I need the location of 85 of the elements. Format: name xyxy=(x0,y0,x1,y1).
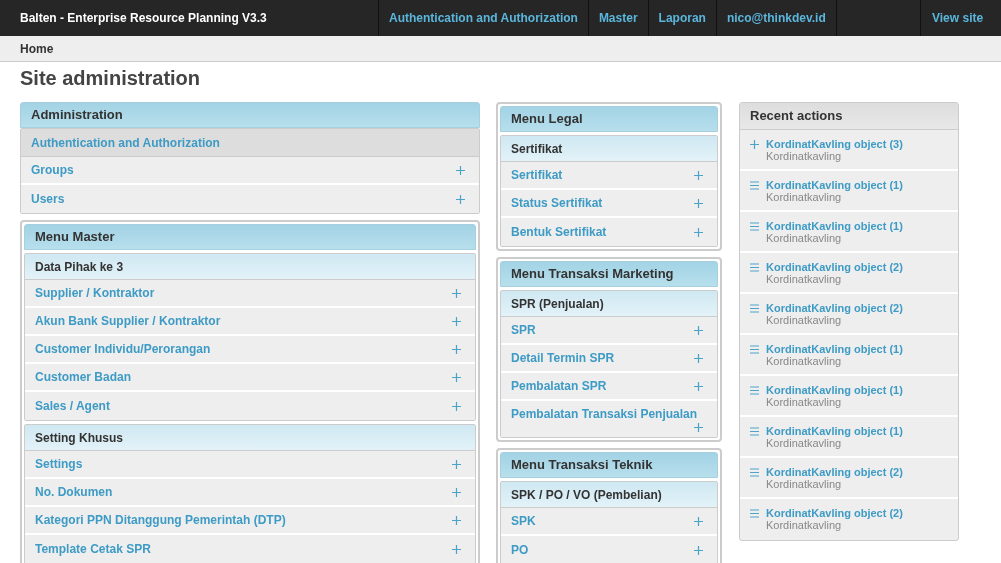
module-header: Menu Master xyxy=(24,224,476,250)
model-link[interactable]: Settings xyxy=(35,456,83,472)
action-link[interactable]: KordinatKavling object (2) xyxy=(766,261,903,273)
module-header: Menu Transaksi Marketing xyxy=(500,261,718,287)
group-header: SPK / PO / VO (Pembelian) xyxy=(501,482,717,508)
list-icon xyxy=(750,386,759,395)
group-header: SPR (Penjualan) xyxy=(501,291,717,317)
action-link[interactable]: KordinatKavling object (1) xyxy=(766,343,903,355)
add-icon xyxy=(750,140,759,149)
model-link[interactable]: Sertifikat xyxy=(511,167,563,183)
app-link[interactable]: Authentication and Authorization xyxy=(21,129,479,157)
add-icon[interactable] xyxy=(694,517,703,526)
add-icon[interactable] xyxy=(452,487,461,497)
action-link[interactable]: KordinatKavling object (3) xyxy=(766,138,903,150)
add-icon[interactable] xyxy=(694,228,703,237)
model-link[interactable]: Groups xyxy=(31,162,74,178)
model-link[interactable]: Status Sertifikat xyxy=(511,195,603,211)
model-link[interactable]: SPR xyxy=(511,322,536,338)
group-header: Data Pihak ke 3 xyxy=(25,254,475,280)
model-name: Kordinatkavling xyxy=(766,437,843,449)
model-name: Kordinatkavling xyxy=(766,355,843,367)
add-icon[interactable] xyxy=(452,316,461,326)
model-link[interactable]: PO xyxy=(511,542,529,558)
panel-header: Recent actions xyxy=(740,103,958,130)
model-link[interactable]: Detail Termin SPR xyxy=(511,350,615,366)
action-link[interactable]: KordinatKavling object (1) xyxy=(766,220,903,232)
add-icon[interactable] xyxy=(694,382,703,391)
model-link[interactable]: Template Cetak SPR xyxy=(35,541,151,557)
list-icon xyxy=(750,222,759,231)
module-header: Menu Transaksi Teknik xyxy=(500,452,718,478)
model-name: Kordinatkavling xyxy=(766,519,843,531)
model-link[interactable]: Users xyxy=(31,191,65,207)
add-icon[interactable] xyxy=(694,546,703,555)
add-icon[interactable] xyxy=(694,171,703,180)
model-name: Kordinatkavling xyxy=(766,232,843,244)
site-brand: Balten - Enterprise Resource Planning V3.3 xyxy=(19,10,268,27)
breadcrumb-link[interactable]: Home xyxy=(20,39,54,58)
model-link[interactable]: Pembalatan Transaksi Penjualan xyxy=(511,406,698,422)
action-link[interactable]: KordinatKavling object (2) xyxy=(766,507,903,519)
model-name: Kordinatkavling xyxy=(766,273,843,285)
list-icon xyxy=(750,468,759,477)
group-header: Setting Khusus xyxy=(25,425,475,451)
model-link[interactable]: Supplier / Kontraktor xyxy=(35,285,155,301)
model-name: Kordinatkavling xyxy=(766,150,843,162)
module-header: Menu Legal xyxy=(500,106,718,132)
add-icon[interactable] xyxy=(694,354,703,363)
model-link[interactable]: Customer Badan xyxy=(35,369,132,385)
add-icon[interactable] xyxy=(694,199,703,208)
page-title: Site administration xyxy=(20,66,201,91)
action-link[interactable]: KordinatKavling object (1) xyxy=(766,179,903,191)
add-icon[interactable] xyxy=(452,288,461,298)
model-link[interactable]: No. Dokumen xyxy=(35,484,113,500)
add-icon[interactable] xyxy=(694,423,703,432)
model-link[interactable]: Pembalatan SPR xyxy=(511,378,607,394)
model-name: Kordinatkavling xyxy=(766,191,843,203)
add-icon[interactable] xyxy=(452,401,461,411)
model-link[interactable]: Bentuk Sertifikat xyxy=(511,224,607,240)
model-link[interactable]: Customer Individu/Perorangan xyxy=(35,341,211,357)
add-icon[interactable] xyxy=(452,544,461,554)
action-link[interactable]: KordinatKavling object (1) xyxy=(766,384,903,396)
model-name: Kordinatkavling xyxy=(766,396,843,408)
model-link[interactable]: SPK xyxy=(511,513,536,529)
add-icon[interactable] xyxy=(452,459,461,469)
list-icon xyxy=(750,345,759,354)
module-header: Administration xyxy=(20,102,480,128)
add-icon[interactable] xyxy=(456,194,465,204)
model-name: Kordinatkavling xyxy=(766,478,843,490)
model-link[interactable]: Akun Bank Supplier / Kontraktor xyxy=(35,313,221,329)
list-icon xyxy=(750,509,759,518)
add-icon[interactable] xyxy=(452,372,461,382)
group-header: Sertifikat xyxy=(501,136,717,162)
list-icon xyxy=(750,263,759,272)
model-link[interactable]: Kategori PPN Ditanggung Pemerintah (DTP) xyxy=(35,512,286,528)
add-icon[interactable] xyxy=(452,515,461,525)
list-icon xyxy=(750,427,759,436)
model-name: Kordinatkavling xyxy=(766,314,843,326)
action-link[interactable]: KordinatKavling object (1) xyxy=(766,425,903,437)
model-link[interactable]: Sales / Agent xyxy=(35,398,110,414)
action-link[interactable]: KordinatKavling object (2) xyxy=(766,466,903,478)
add-icon[interactable] xyxy=(456,165,465,175)
add-icon[interactable] xyxy=(452,344,461,354)
list-icon xyxy=(750,304,759,313)
action-link[interactable]: KordinatKavling object (2) xyxy=(766,302,903,314)
add-icon[interactable] xyxy=(694,326,703,335)
list-icon xyxy=(750,181,759,190)
